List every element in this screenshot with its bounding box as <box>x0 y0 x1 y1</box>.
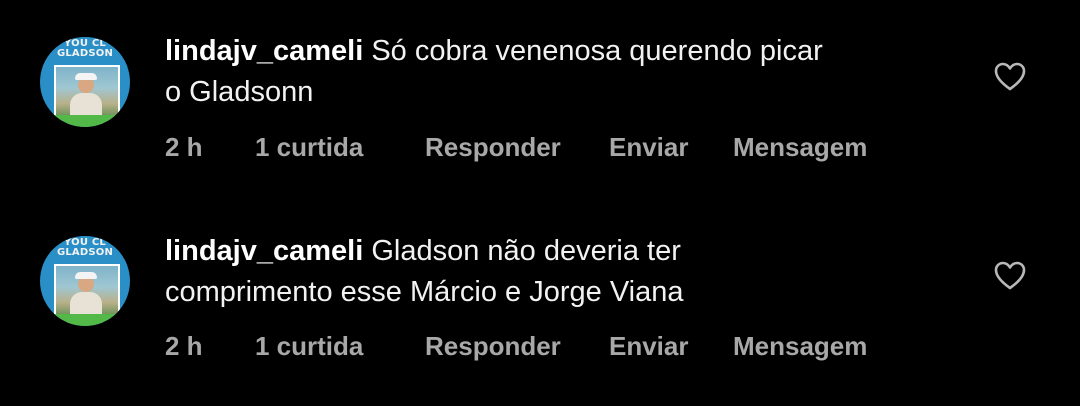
comment-line-1: lindajv_cameli Gladson não deveria ter <box>165 231 965 272</box>
comment-time: 2 h <box>165 331 203 361</box>
comment-text: lindajv_cameli Gladson não deveria ter c… <box>165 231 965 313</box>
send-button[interactable]: Enviar <box>609 132 689 163</box>
avatar-banner: YOU CL GLADSON <box>40 37 130 67</box>
comment-body-line2: comprimento esse Márcio e Jorge Viana <box>165 276 684 308</box>
comment-body-line1: Só cobra venenosa querendo picar <box>371 35 823 67</box>
comment-body-line2: o Gladsonn <box>165 76 314 108</box>
comment-text: lindajv_cameli Só cobra venenosa querend… <box>165 31 965 113</box>
avatar[interactable]: YOU CL GLADSON <box>40 236 130 326</box>
message-button[interactable]: Mensagem <box>733 331 867 362</box>
reply-button[interactable]: Responder <box>425 132 561 163</box>
comment-time: 2 h <box>165 132 203 162</box>
send-button[interactable]: Enviar <box>609 331 689 362</box>
comment-username[interactable]: lindajv_cameli <box>165 235 363 267</box>
avatar-photo <box>54 65 120 121</box>
reply-button[interactable]: Responder <box>425 331 561 362</box>
avatar-banner-text: YOU CL GLADSON <box>40 39 130 59</box>
comment-username[interactable]: lindajv_cameli <box>165 35 363 67</box>
heart-outline-icon[interactable] <box>994 261 1026 291</box>
avatar[interactable]: YOU CL GLADSON <box>40 37 130 127</box>
comment-body-line1: Gladson não deveria ter <box>371 235 681 267</box>
avatar-green-strip <box>40 314 130 326</box>
message-button[interactable]: Mensagem <box>733 132 867 163</box>
avatar-green-strip <box>40 115 130 127</box>
avatar-banner-text: YOU CL GLADSON <box>40 238 130 258</box>
avatar-person-hat <box>75 272 97 279</box>
avatar-banner-line2: GLADSON <box>56 247 114 258</box>
avatar-photo <box>54 264 120 320</box>
comment-likes-count[interactable]: 1 curtida <box>255 132 363 163</box>
avatar-banner-line2: GLADSON <box>56 48 114 59</box>
avatar-person-hat <box>75 73 97 80</box>
comment-likes-count[interactable]: 1 curtida <box>255 331 363 362</box>
comment-line-1: lindajv_cameli Só cobra venenosa querend… <box>165 31 965 72</box>
heart-outline-icon[interactable] <box>994 62 1026 92</box>
avatar-banner: YOU CL GLADSON <box>40 236 130 266</box>
